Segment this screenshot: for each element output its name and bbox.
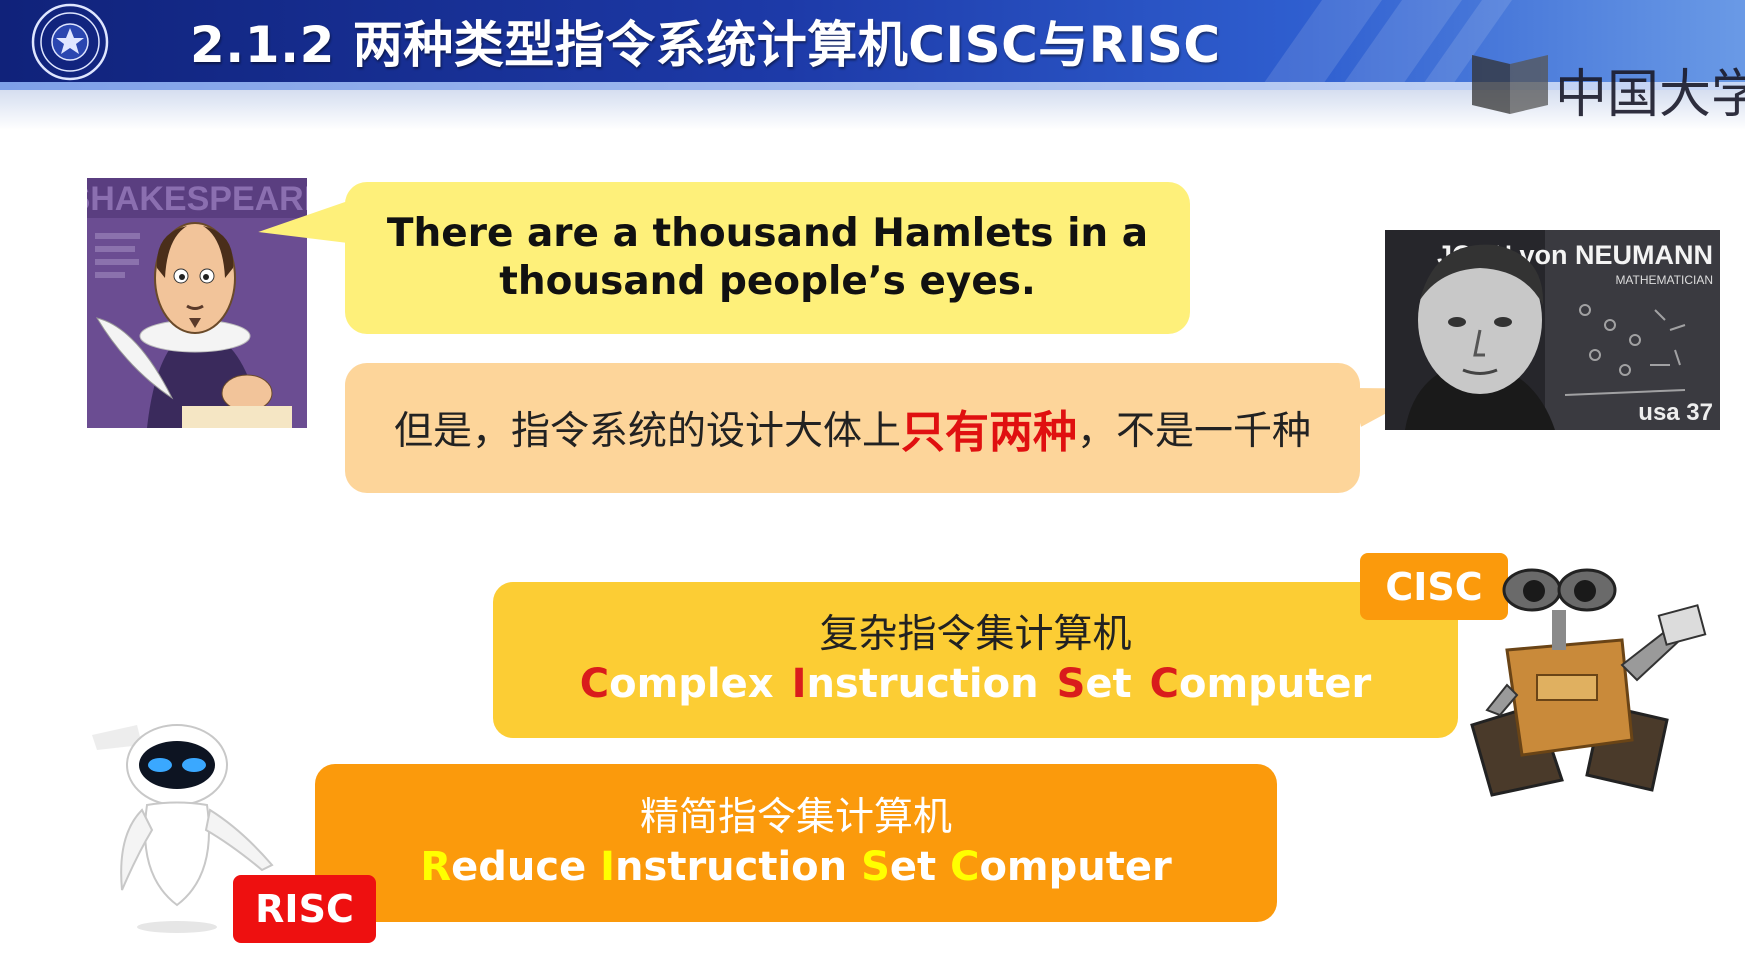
statement-highlight: 只有两种 xyxy=(901,407,1077,458)
risc-word-initial: C xyxy=(950,844,980,890)
risc-tag: RISC xyxy=(233,875,376,943)
quote-line-2: thousand people’s eyes. xyxy=(499,259,1036,304)
risc-word-rest: omputer xyxy=(979,844,1172,890)
risc-chinese-name: 精简指令集计算机 xyxy=(639,795,952,840)
risc-word-initial: I xyxy=(600,844,616,890)
page-title: 2.1.2 两种类型指令系统计算机CISC与RISC xyxy=(190,16,1221,74)
statement-before: 但是，指令系统的设计大体上 xyxy=(393,409,901,454)
risc-box: 精简指令集计算机 Reduce Instruction Set Computer xyxy=(315,764,1277,922)
cisc-word-initial: C xyxy=(1149,661,1179,707)
quote-bubble: There are a thousand Hamlets in a thousa… xyxy=(345,182,1190,334)
cisc-word-rest: omplex xyxy=(609,661,774,707)
cisc-chinese-name: 复杂指令集计算机 xyxy=(819,612,1132,657)
risc-word-initial: S xyxy=(861,844,890,890)
statement-after: ，不是一千种 xyxy=(1077,409,1312,454)
cisc-box: 复杂指令集计算机 Complex Instruction Set Computer xyxy=(493,582,1458,738)
neumann-subtitle: MATHEMATICIAN xyxy=(1615,273,1713,287)
cisc-word-rest: nstruction xyxy=(806,661,1039,707)
cisc-word-rest: omputer xyxy=(1178,661,1372,707)
risc-word-initial: R xyxy=(420,844,452,890)
university-emblem-icon xyxy=(31,3,109,81)
cisc-english-name: Complex Instruction Set Computer xyxy=(580,659,1371,709)
cisc-word-initial: C xyxy=(579,661,610,707)
risc-english-name: Reduce Instruction Set Computer xyxy=(420,842,1171,892)
cisc-word-initial: I xyxy=(791,661,807,707)
risc-word-rest: et xyxy=(889,844,937,890)
mooc-watermark: 中国大学 xyxy=(1555,65,1745,125)
risc-word-rest: nstruction xyxy=(615,844,848,890)
design-statement-bubble: 但是，指令系统的设计大体上 只有两种 ，不是一千种 xyxy=(345,363,1360,493)
quote-line-1: There are a thousand Hamlets in a xyxy=(386,211,1149,256)
von-neumann-stamp: JOHN von NEUMANN MATHEMATICIAN usa 37 xyxy=(1385,230,1720,430)
risc-word-rest: educe xyxy=(451,844,587,890)
walle-robot-image xyxy=(1470,568,1707,797)
stamp-value: usa 37 xyxy=(1638,399,1713,426)
cisc-word-initial: S xyxy=(1056,661,1086,707)
cisc-word-rest: et xyxy=(1085,661,1132,707)
speech-bubble-tail xyxy=(255,200,356,254)
